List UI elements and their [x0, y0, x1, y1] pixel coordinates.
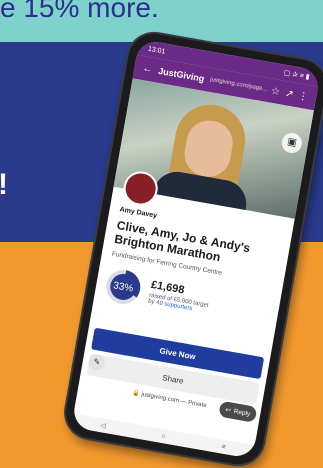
more-menu-icon[interactable]: ⋮: [295, 90, 311, 103]
progress-percent: 33%: [108, 271, 139, 303]
nav-menu-icon[interactable]: ≡: [221, 443, 226, 451]
background-exclamation: !: [0, 168, 8, 202]
page-content: Amy Davey Clive, Amy, Jo & Andy's Bright…: [103, 206, 284, 329]
nav-home-icon[interactable]: ○: [161, 432, 166, 440]
reply-label: Reply: [233, 407, 251, 418]
brand-logo[interactable]: JustGiving: [158, 66, 206, 84]
progress-ring: 33%: [103, 267, 143, 307]
status-time: 13:01: [147, 45, 166, 56]
back-arrow-icon[interactable]: ←: [140, 62, 156, 76]
url-text[interactable]: justgiving.com/page...: [210, 77, 270, 93]
reply-icon: ↩: [224, 406, 232, 415]
background-headline: e 15% more.: [0, 0, 159, 23]
nav-back-icon[interactable]: ◁: [100, 421, 107, 430]
raised-block: £1,698 raised of £5,000 target by 49 sup…: [148, 279, 212, 315]
gallery-icon[interactable]: ▣: [280, 131, 304, 155]
status-icons: ▢ ✰ ≡ ▮: [283, 69, 311, 82]
